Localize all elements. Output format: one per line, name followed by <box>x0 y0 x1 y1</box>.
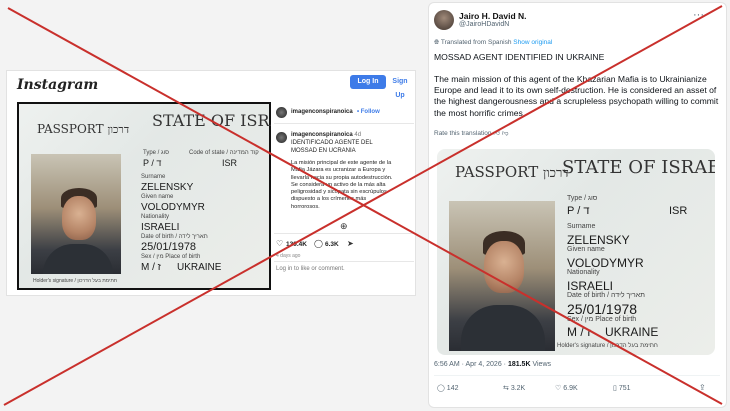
bookmark-icon: ▯ <box>613 385 617 392</box>
likes-count: 139.4K <box>286 241 307 248</box>
surname-value: ZELENSKY <box>141 182 194 193</box>
instagram-logo: Instagram <box>17 77 99 93</box>
type-label: Type / סוג <box>567 195 598 202</box>
given-value: VOLODYMYR <box>567 256 644 270</box>
heart-icon[interactable]: ♡ <box>276 239 283 248</box>
comments-count: 6.3K <box>325 241 339 248</box>
surname-label: Surname <box>567 223 596 230</box>
passport-photo <box>449 201 555 351</box>
share-icon[interactable]: ⇪ <box>699 383 706 392</box>
tweet-body: The main mission of this agent of the Kh… <box>434 74 719 118</box>
login-button[interactable]: Log In <box>350 75 386 89</box>
dob-value: 25/01/1978 <box>141 241 197 253</box>
thumbs-up-icon: 👍︎ <box>493 130 501 137</box>
given-value: VOLODYMYR <box>141 202 205 213</box>
post-username[interactable]: imagenconspiranoica <box>291 109 353 115</box>
tweet-author-name[interactable]: Jairo H. David N. <box>459 11 527 21</box>
sex-value: M / ז <box>567 325 591 339</box>
bookmark-button[interactable]: ▯ 751 <box>613 384 631 392</box>
caption-avatar <box>276 132 287 143</box>
tweet-handle[interactable]: @JairoHDavidN <box>459 21 509 28</box>
divider-2 <box>274 233 414 234</box>
dob-label: Date of birth / תאריך לידה <box>567 292 645 299</box>
rate-translation[interactable]: Rate this translation 👍︎ 👎︎ <box>434 129 508 137</box>
code-value: ISR <box>669 205 688 217</box>
heart-icon: ♡ <box>555 385 562 392</box>
more-options-icon[interactable]: ··· <box>693 9 704 21</box>
nationality-label: Nationality <box>141 214 170 220</box>
state-title: STATE OF ISRAEL <box>152 111 271 130</box>
signup-button[interactable]: Sign Up <box>387 75 413 99</box>
reply-icon: ◯ <box>437 385 445 392</box>
pob-value: UKRAINE <box>177 262 222 273</box>
more-icon[interactable]: ⊕ <box>340 221 348 232</box>
thumbs-down-icon: 👎︎ <box>501 130 509 137</box>
sex-label: Sex / מין Place of birth <box>567 316 637 323</box>
dob-value: 25/01/1978 <box>567 301 638 317</box>
globe-icon: 🌐︎ <box>434 39 440 46</box>
code-value: ISR <box>222 158 238 168</box>
retweet-icon: ⇆ <box>503 385 509 392</box>
dob-label: Date of birth / תאריך לידה <box>141 234 208 240</box>
photo-shoulders <box>43 244 113 274</box>
divider-3 <box>274 261 414 262</box>
tweet-headline: MOSSAD AGENT IDENTIFIED IN UKRAINE <box>434 52 605 62</box>
post-sidebar: imagenconspiranoica • Follow imagenconsp… <box>274 101 414 291</box>
login-prompt[interactable]: Log in to like or comment. <box>276 266 345 272</box>
tweet-card: Jairo H. David N. @JairoHDavidN ··· 🌐︎ T… <box>428 2 727 408</box>
surname-label: Surname <box>141 174 166 180</box>
passport-photo <box>31 154 121 274</box>
nationality-value: ISRAELI <box>567 279 614 293</box>
type-label: Type / סוג <box>143 150 170 156</box>
pob-value: UKRAINE <box>605 325 659 339</box>
reply-button[interactable]: ◯ 142 <box>437 384 458 392</box>
nationality-label: Nationality <box>567 269 600 276</box>
caption-headline: IDENTIFICADO AGENTE DEL MOSSAD EN UCRANI… <box>291 140 373 154</box>
caption-body: La misión principal de este agente de la… <box>291 160 393 210</box>
code-label: Code of state / קוד המדינה <box>189 150 259 156</box>
passport-image: PASSPORT דרכון STATE OF ISRAEL Type / סו… <box>17 102 271 290</box>
photo-face <box>62 196 96 240</box>
translation-note: 🌐︎ Translated from Spanish Show original <box>434 39 553 46</box>
post-time: 4 days ago <box>276 253 301 259</box>
holder-label: Holder's signature / חתימת בעל הדרכון <box>33 278 118 284</box>
nationality-value: ISRAELI <box>141 222 180 233</box>
show-original-link[interactable]: Show original <box>513 39 552 46</box>
avatar <box>276 107 287 118</box>
photo-face <box>484 241 524 293</box>
divider <box>274 123 414 124</box>
passport-label: PASSPORT דרכון <box>37 122 130 136</box>
given-label: Given name <box>567 246 605 253</box>
type-value: P / ד <box>567 205 590 217</box>
sex-value: M / ז <box>141 262 161 273</box>
type-value: P / ד <box>143 158 162 168</box>
share-icon[interactable]: ➤ <box>347 239 354 248</box>
instagram-post-card: Instagram Log In Sign Up PASSPORT דרכון … <box>6 70 416 296</box>
tweet-avatar[interactable] <box>434 10 454 30</box>
follow-button[interactable]: • Follow <box>357 109 380 115</box>
holder-label: Holder's signature / חתימת בעל הדרכון <box>557 343 658 349</box>
given-label: Given name <box>141 194 174 200</box>
sex-label: Sex / מין Place of birth <box>141 254 201 260</box>
state-title: STATE OF ISRAEL <box>562 157 715 178</box>
caption-username[interactable]: imagenconspiranoica 4d <box>291 132 361 138</box>
photo-shoulders <box>461 305 545 351</box>
tweet-passport-image[interactable]: PASSPORT דרכון STATE OF ISRAEL Type / סו… <box>437 149 715 355</box>
divider <box>434 375 720 376</box>
retweet-button[interactable]: ⇆ 3.2K <box>503 384 525 392</box>
tweet-timestamp: 6:56 AM · Apr 4, 2026 · 181.5K Views <box>434 361 552 368</box>
surname-value: ZELENSKY <box>567 233 630 247</box>
passport-label: PASSPORT דרכון <box>455 163 569 181</box>
like-button[interactable]: ♡ 6.9K <box>555 384 578 392</box>
comment-icon[interactable]: ◯ <box>314 239 323 248</box>
